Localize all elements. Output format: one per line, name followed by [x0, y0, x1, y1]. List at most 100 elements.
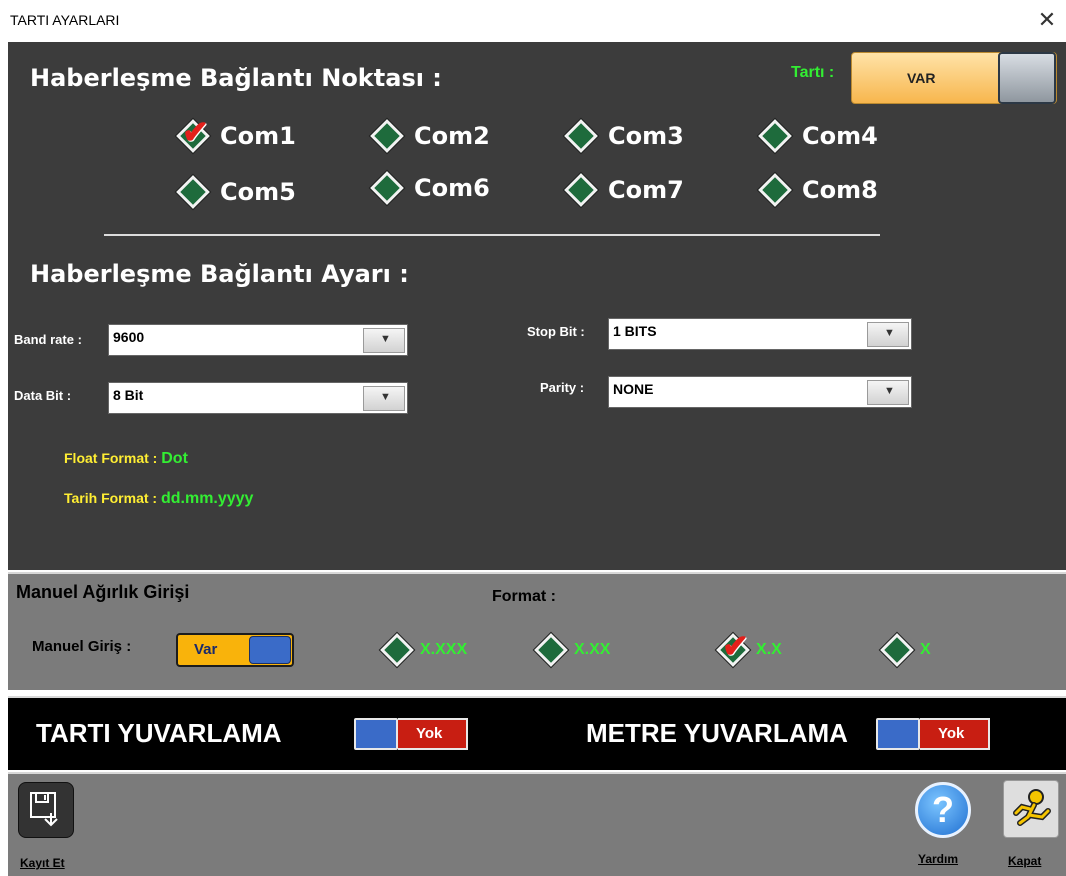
chevron-down-icon: ▼ [380, 333, 391, 345]
green-diamond-icon [368, 169, 406, 207]
data-bit-select[interactable]: 8 Bit ▼ [108, 382, 408, 414]
green-diamond-icon [756, 171, 794, 209]
data-bit-value: 8 Bit [113, 387, 144, 403]
band-rate-value: 9600 [113, 329, 145, 345]
green-diamond-icon [378, 631, 416, 669]
float-format-value: Dot [161, 450, 188, 467]
com-port-7[interactable]: Com7 [562, 168, 684, 212]
format-option-xxxx[interactable]: X.XXX [378, 628, 468, 672]
format-option-xxx[interactable]: X.XX [532, 628, 611, 672]
metre-rounding-label: METRE YUVARLAMA [586, 718, 848, 748]
format-option-label: X.XX [574, 641, 611, 658]
com-port-label: Com7 [608, 176, 684, 204]
format-option-x[interactable]: X [878, 628, 931, 672]
chevron-down-icon: ▼ [380, 391, 391, 403]
title-bar: TARTI AYARLARI ✕ [0, 0, 1066, 42]
help-label: Yardım [918, 852, 959, 866]
date-format: Tarih Format : dd.mm.yyyy [64, 490, 253, 508]
comm-panel: Haberleşme Bağlantı Noktası : Tartı : VA… [8, 42, 1066, 570]
tarti-toggle-label: VAR [907, 70, 936, 86]
com-port-label: Com8 [802, 176, 878, 204]
com-port-5[interactable]: Com5 [174, 170, 296, 214]
manual-weight-panel: Manuel Ağırlık Girişi Format : Manuel Gi… [8, 572, 1066, 690]
tarti-label: Tartı : [791, 64, 835, 81]
dropdown-button[interactable]: ▼ [867, 322, 909, 347]
tarti-rounding-label: TARTI YUVARLAMA [36, 718, 282, 748]
divider [104, 234, 880, 236]
green-diamond-icon [878, 631, 916, 669]
com-port-label: Com5 [220, 178, 296, 206]
parity-select[interactable]: NONE ▼ [608, 376, 912, 408]
green-diamond-icon [532, 631, 570, 669]
question-icon: ? [932, 789, 954, 830]
format-option-xx[interactable]: ✔ X.X [714, 628, 782, 672]
com-port-1[interactable]: ✔ Com1 [174, 114, 296, 158]
com-port-label: Com2 [414, 122, 490, 150]
save-label: Kayıt Et [20, 856, 65, 870]
band-rate-label: Band rate : [14, 332, 82, 347]
rounding-panel: TARTI YUVARLAMA Yok METRE YUVARLAMA Yok [8, 696, 1066, 770]
toggle-knob [998, 52, 1056, 104]
float-format: Float Format : Dot [64, 450, 188, 468]
running-man-icon [1013, 789, 1051, 826]
date-format-value: dd.mm.yyyy [160, 490, 254, 507]
dropdown-button[interactable]: ▼ [363, 328, 405, 353]
chevron-down-icon: ▼ [884, 385, 895, 397]
com-port-3[interactable]: Com3 [562, 114, 684, 158]
data-bit-label: Data Bit : [14, 388, 72, 403]
toggle-knob [354, 718, 398, 750]
save-button[interactable] [18, 782, 74, 838]
com-port-8[interactable]: Com8 [756, 168, 878, 212]
close-label: Kapat [1008, 854, 1042, 868]
date-format-label: Tarih Format : [64, 490, 158, 506]
com-port-2[interactable]: Com2 [368, 114, 490, 158]
format-label: Format : [492, 588, 556, 605]
red-check-icon: ✔ [182, 114, 209, 150]
chevron-down-icon: ▼ [884, 327, 895, 339]
dropdown-button[interactable]: ▼ [363, 386, 405, 411]
green-diamond-icon [562, 117, 600, 155]
com-port-4[interactable]: Com4 [756, 114, 878, 158]
manual-entry-label: Manuel Giriş : [32, 638, 132, 655]
checked-diamond-icon: ✔ [714, 628, 752, 669]
close-icon[interactable]: ✕ [1034, 7, 1060, 33]
green-diamond-icon [756, 117, 794, 155]
green-diamond-icon [562, 171, 600, 209]
parity-value: NONE [613, 381, 654, 397]
com-port-6[interactable]: Com6 [368, 166, 490, 210]
metre-rounding-toggle-label: Yok [938, 725, 965, 742]
tarti-rounding-toggle[interactable]: Yok [354, 718, 468, 750]
manual-entry-toggle[interactable]: Var [176, 633, 294, 667]
window-title: TARTI AYARLARI [10, 12, 120, 28]
manual-weight-title: Manuel Ağırlık Girişi [16, 582, 190, 602]
stop-bit-value: 1 BITS [613, 323, 657, 339]
format-option-label: X [920, 641, 931, 658]
stop-bit-label: Stop Bit : [527, 324, 585, 339]
metre-rounding-toggle[interactable]: Yok [876, 718, 990, 750]
checked-diamond-icon: ✔ [174, 114, 212, 155]
float-format-label: Float Format : [64, 450, 158, 466]
toggle-knob [249, 636, 291, 664]
tarti-toggle[interactable]: VAR [851, 52, 1057, 104]
com-port-label: Com3 [608, 122, 684, 150]
format-option-label: X.XXX [420, 641, 468, 658]
stop-bit-select[interactable]: 1 BITS ▼ [608, 318, 912, 350]
green-diamond-icon [368, 117, 406, 155]
toggle-knob [876, 718, 920, 750]
tarti-rounding-toggle-label: Yok [416, 725, 443, 742]
comm-point-title: Haberleşme Bağlantı Noktası : [30, 64, 442, 92]
help-button[interactable]: ? [915, 782, 971, 838]
comm-settings-title: Haberleşme Bağlantı Ayarı : [30, 260, 409, 288]
green-diamond-icon [174, 173, 212, 211]
floppy-disk-icon [30, 792, 58, 827]
band-rate-select[interactable]: 9600 ▼ [108, 324, 408, 356]
exit-button[interactable] [1003, 780, 1059, 838]
dropdown-button[interactable]: ▼ [867, 380, 909, 405]
format-option-label: X.X [756, 641, 782, 658]
com-port-label: Com6 [414, 174, 490, 202]
footer-bar: Kayıt Et ? Yardım Kapat [8, 772, 1066, 876]
red-check-icon: ✔ [722, 628, 749, 664]
com-port-label: Com4 [802, 122, 878, 150]
com-port-label: Com1 [220, 122, 296, 150]
manual-entry-toggle-label: Var [194, 641, 218, 658]
